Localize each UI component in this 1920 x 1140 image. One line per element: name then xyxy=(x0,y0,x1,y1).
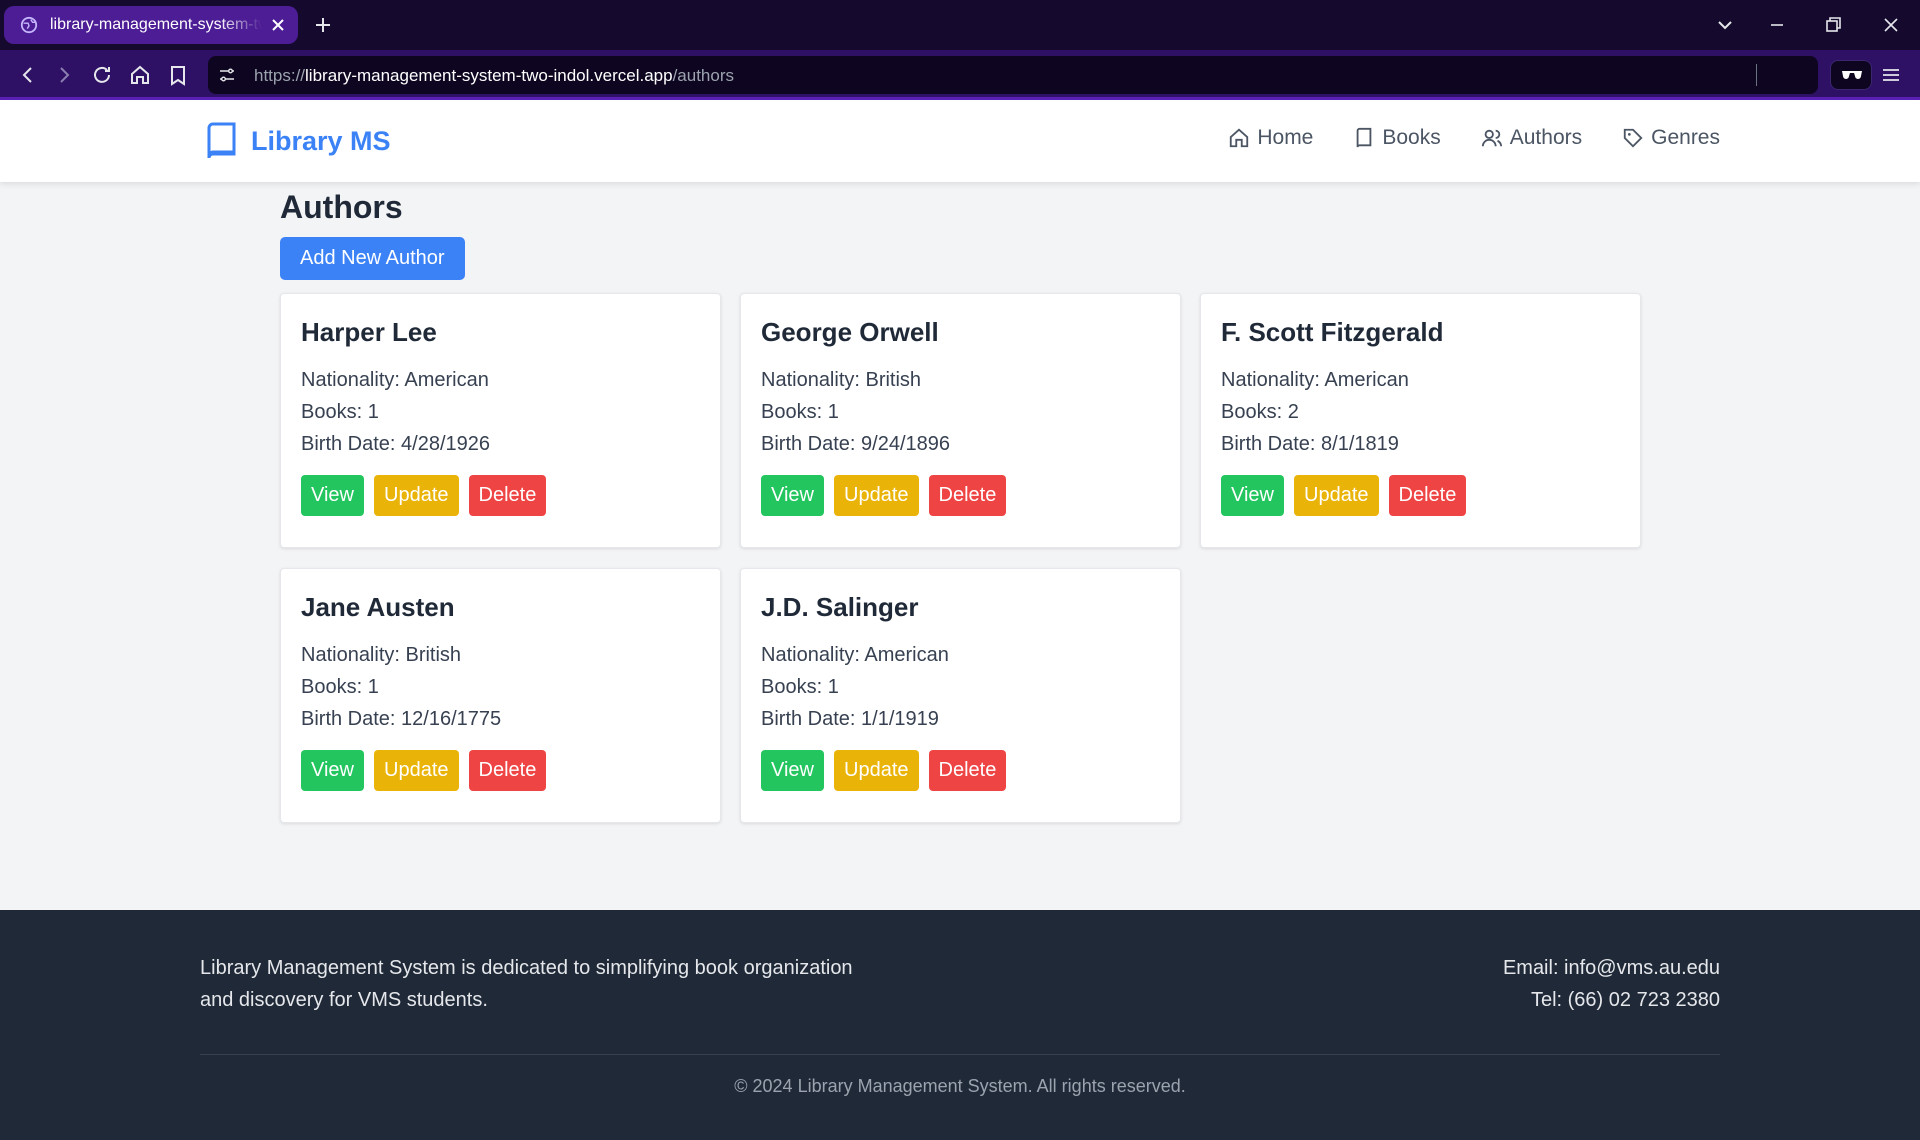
delete-button[interactable]: Delete xyxy=(468,750,547,791)
card-actions: View Update Delete xyxy=(301,475,700,516)
footer-email: Email: info@vms.au.edu xyxy=(1502,957,1720,979)
author-card: F. Scott Fitzgerald Nationality: America… xyxy=(1200,293,1641,548)
view-button[interactable]: View xyxy=(761,475,824,516)
author-name: Harper Lee xyxy=(301,317,437,347)
author-books: Books: 1 xyxy=(301,401,379,423)
nav-books[interactable]: Books xyxy=(1353,126,1441,150)
view-button[interactable]: View xyxy=(761,750,824,791)
site-settings-icon[interactable] xyxy=(218,66,236,84)
author-name: F. Scott Fitzgerald xyxy=(1221,317,1444,347)
author-name: George Orwell xyxy=(761,317,939,347)
view-button[interactable]: View xyxy=(301,475,364,516)
delete-button[interactable]: Delete xyxy=(1388,475,1467,516)
nav-books-label: Books xyxy=(1382,126,1441,149)
view-button[interactable]: View xyxy=(301,750,364,791)
reload-icon[interactable] xyxy=(90,63,114,87)
update-button[interactable]: Update xyxy=(1294,475,1379,516)
footer-about-line-1: Library Management System is dedicated t… xyxy=(200,957,853,979)
author-name: Jane Austen xyxy=(301,592,455,622)
nav-authors[interactable]: Authors xyxy=(1481,126,1582,150)
bookmark-icon[interactable] xyxy=(166,63,190,87)
nav-authors-label: Authors xyxy=(1509,126,1583,149)
footer-about-line-2: and discovery for VMS students. xyxy=(200,989,488,1011)
author-nationality: Nationality: British xyxy=(761,369,922,391)
tab-title: library-management-system-two-indol.verc… xyxy=(50,16,262,33)
author-birth-date: Birth Date: 9/24/1896 xyxy=(761,433,951,455)
glasses-icon xyxy=(1842,71,1862,79)
footer-tel: Tel: (66) 02 723 2380 xyxy=(1530,989,1720,1011)
author-nationality: Nationality: American xyxy=(761,644,949,666)
update-button[interactable]: Update xyxy=(374,750,459,791)
brand-logo-link[interactable]: Library MS xyxy=(204,122,391,160)
close-window-icon[interactable] xyxy=(1880,14,1902,36)
delete-button[interactable]: Delete xyxy=(928,475,1007,516)
update-button[interactable]: Update xyxy=(834,475,919,516)
author-birth-date: Birth Date: 1/1/1919 xyxy=(761,708,939,730)
update-button[interactable]: Update xyxy=(834,750,919,791)
close-tab-icon[interactable] xyxy=(270,17,286,33)
main-content: Authors Add New Author Harper Lee Nation… xyxy=(280,182,1641,823)
url-text: https://library-management-system-two-in… xyxy=(254,66,734,85)
author-nationality: Nationality: British xyxy=(301,644,462,666)
new-tab-icon[interactable] xyxy=(312,14,334,36)
delete-button[interactable]: Delete xyxy=(468,475,547,516)
delete-button[interactable]: Delete xyxy=(928,750,1007,791)
add-author-button[interactable]: Add New Author xyxy=(280,237,465,280)
book-logo-icon xyxy=(207,122,236,159)
author-card: J.D. Salinger Nationality: American Book… xyxy=(740,568,1181,823)
author-birth-date: Birth Date: 4/28/1926 xyxy=(301,433,491,455)
globe-icon xyxy=(20,16,38,34)
card-actions: View Update Delete xyxy=(761,475,1160,516)
nav-home[interactable]: Home xyxy=(1228,126,1313,150)
page-title: Authors xyxy=(280,189,403,225)
site-footer: Library Management System is dedicated t… xyxy=(0,910,1920,1140)
author-books: Books: 2 xyxy=(1221,401,1299,423)
footer-copyright: © 2024 Library Management System. All ri… xyxy=(734,1076,1186,1096)
brand-name: Library MS xyxy=(251,125,391,156)
browser-tab[interactable]: library-management-system-two-indol.verc… xyxy=(4,6,298,44)
browser-tab-bar: library-management-system-two-indol.verc… xyxy=(0,0,1920,50)
author-birth-date: Birth Date: 12/16/1775 xyxy=(301,708,502,730)
url-divider xyxy=(1756,64,1757,86)
nav-genres-label: Genres xyxy=(1651,126,1720,149)
view-button[interactable]: View xyxy=(1221,475,1284,516)
restore-icon[interactable] xyxy=(1822,14,1844,36)
back-icon[interactable] xyxy=(16,63,40,87)
nav-home-label: Home xyxy=(1257,126,1314,149)
author-nationality: Nationality: American xyxy=(301,369,489,391)
tag-icon xyxy=(1623,128,1643,148)
browser-address-bar: https://library-management-system-two-in… xyxy=(0,50,1920,100)
card-actions: View Update Delete xyxy=(761,750,1160,791)
home-browser-icon[interactable] xyxy=(128,63,152,87)
main-nav: Home Books Authors Genres xyxy=(1228,126,1720,150)
author-card: Jane Austen Nationality: British Books: … xyxy=(280,568,721,823)
author-books: Books: 1 xyxy=(761,676,839,698)
footer-about: Library Management System is dedicated t… xyxy=(200,952,940,1016)
extension-button[interactable] xyxy=(1830,60,1872,90)
users-icon xyxy=(1481,129,1502,147)
app-header: Library MS Home Books Authors Genres xyxy=(0,100,1920,182)
forward-icon[interactable] xyxy=(52,63,76,87)
author-birth-date: Birth Date: 8/1/1819 xyxy=(1221,433,1399,455)
author-books: Books: 1 xyxy=(301,676,379,698)
author-card: George Orwell Nationality: British Books… xyxy=(740,293,1181,548)
author-nationality: Nationality: American xyxy=(1221,369,1409,391)
tab-list-chevron-icon[interactable] xyxy=(1714,14,1736,36)
card-actions: View Update Delete xyxy=(301,750,700,791)
footer-divider xyxy=(200,1054,1720,1055)
book-icon xyxy=(1357,127,1372,148)
author-name: J.D. Salinger xyxy=(761,592,919,622)
minimize-icon[interactable] xyxy=(1766,14,1788,36)
nav-genres[interactable]: Genres xyxy=(1622,126,1720,150)
author-books: Books: 1 xyxy=(761,401,839,423)
card-actions: View Update Delete xyxy=(1221,475,1620,516)
url-field[interactable]: https://library-management-system-two-in… xyxy=(208,56,1818,94)
author-card: Harper Lee Nationality: American Books: … xyxy=(280,293,721,548)
update-button[interactable]: Update xyxy=(374,475,459,516)
home-icon xyxy=(1230,128,1249,148)
browser-menu-icon[interactable] xyxy=(1880,64,1902,86)
footer-contact: Email: info@vms.au.edu Tel: (66) 02 723 … xyxy=(1503,952,1720,1016)
